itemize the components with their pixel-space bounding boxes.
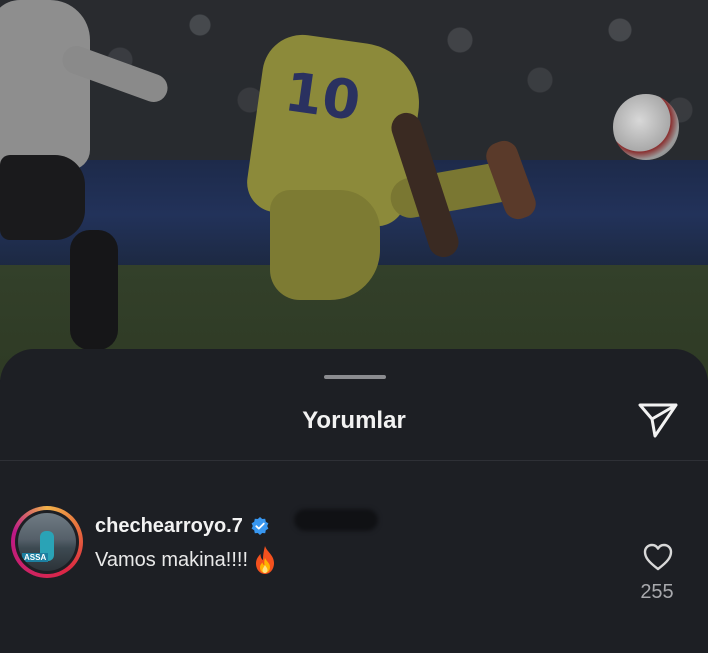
comment-body: Vamos makina!!!! [95, 545, 278, 575]
comment-item: ASSA chechearroyo.7 Vamos makina!!!! 255 [0, 489, 708, 609]
player-black-shorts [0, 155, 85, 240]
avatar-text: ASSA [22, 553, 49, 562]
like-count: 255 [640, 581, 674, 603]
player-white-shirt [0, 0, 90, 170]
send-icon[interactable] [636, 400, 680, 440]
redacted-timestamp [294, 509, 378, 531]
sheet-divider [0, 460, 708, 461]
shirt-number: 10 [280, 60, 365, 133]
avatar-image: ASSA [18, 513, 76, 571]
player-yellow-shorts [270, 190, 380, 300]
comments-sheet: Yorumlar ASSA chechearroyo.7 Vamos makin… [0, 349, 708, 653]
sheet-drag-handle[interactable] [324, 375, 386, 379]
username-row: chechearroyo.7 [95, 512, 270, 540]
football [613, 94, 679, 160]
verified-badge-icon [251, 517, 269, 535]
player-black-leg [70, 230, 118, 350]
comment-text: Vamos makina!!!! [95, 548, 249, 571]
sheet-title: Yorumlar [302, 407, 406, 434]
comment-username[interactable]: chechearroyo.7 [95, 515, 243, 538]
post-photo: 10 [0, 0, 708, 380]
fire-emoji-icon [256, 546, 275, 574]
heart-icon[interactable] [642, 542, 674, 572]
avatar[interactable]: ASSA [11, 506, 83, 578]
